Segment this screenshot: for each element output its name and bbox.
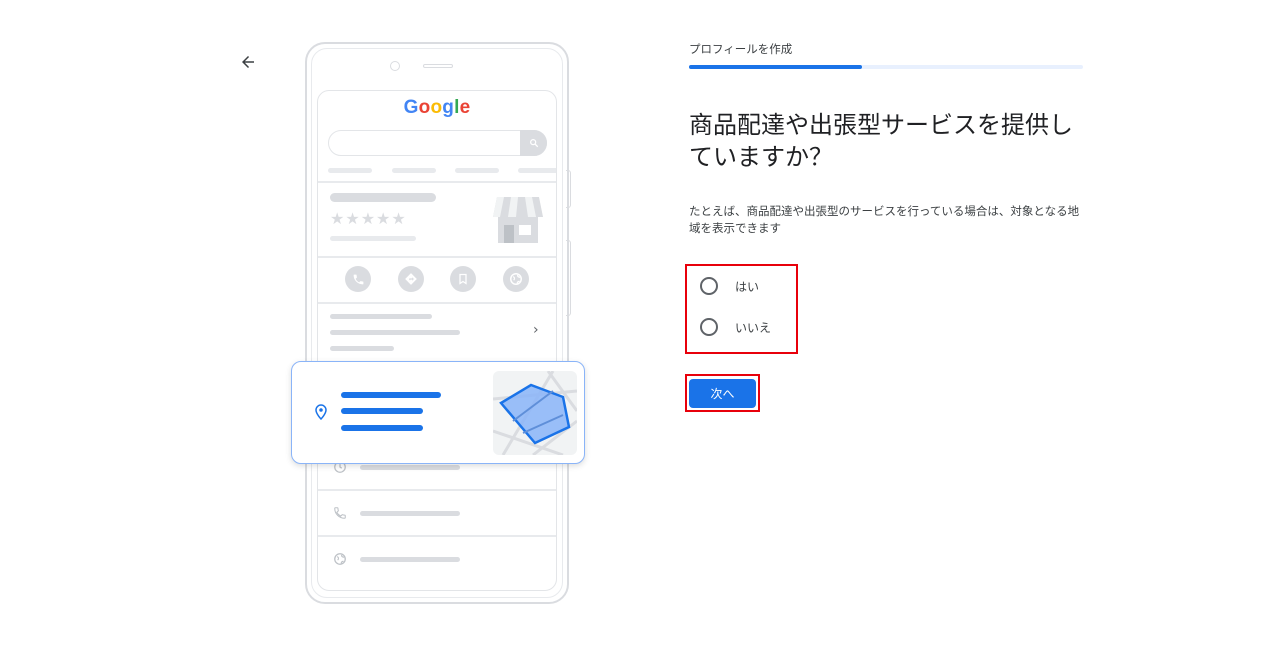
service-area-map: [493, 371, 577, 455]
option-no-label: いいえ: [735, 320, 772, 335]
next-button[interactable]: 次へ: [689, 379, 756, 408]
radio-button-yes[interactable]: [700, 277, 718, 295]
globe-icon: [503, 266, 529, 292]
camera-icon: [390, 61, 400, 71]
store-icon: [493, 197, 543, 243]
progress-fill: [689, 65, 863, 69]
search-icon: [520, 130, 547, 156]
google-logo: Google: [403, 97, 471, 118]
chevron-right-icon: ›: [533, 322, 539, 338]
option-yes[interactable]: はい: [700, 274, 759, 298]
option-yes-label: はい: [735, 279, 760, 294]
progress-bar: [689, 65, 1083, 69]
service-area-card: [291, 361, 585, 464]
call-icon: [345, 266, 371, 292]
option-no[interactable]: いいえ: [700, 315, 771, 339]
phone-icon: [332, 505, 348, 521]
speaker-icon: [423, 64, 453, 68]
mock-search-bar: [328, 130, 547, 156]
question-help-text: たとえば、商品配達や出張型のサービスを行っている場合は、対象となる地域を表示でき…: [689, 204, 1080, 235]
phone-screen: Google ★★★★★ ›: [317, 90, 557, 591]
location-pin-icon: [315, 404, 327, 420]
arrow-back-icon: [242, 56, 254, 68]
rating-stars: ★★★★★: [330, 209, 407, 228]
bookmark-icon: [450, 266, 476, 292]
radio-button-no[interactable]: [700, 318, 718, 336]
back-button[interactable]: [232, 48, 264, 76]
globe-icon: [332, 551, 348, 567]
step-label: プロフィールを作成: [689, 42, 793, 56]
directions-icon: [398, 266, 424, 292]
question-title: 商品配達や出張型サービスを提供していますか？: [689, 111, 1073, 171]
